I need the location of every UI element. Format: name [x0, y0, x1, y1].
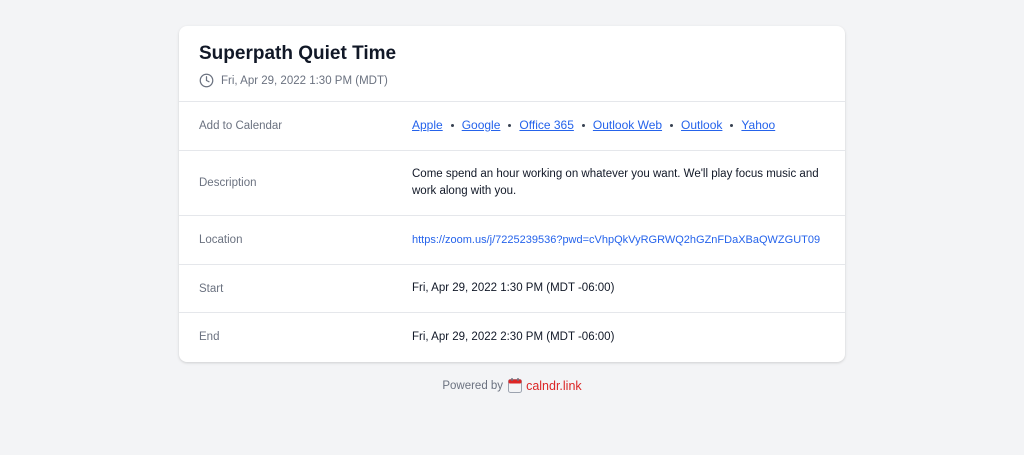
- separator-dot: [508, 124, 512, 128]
- calendar-link-outlook-web[interactable]: Outlook Web: [593, 118, 662, 132]
- calendar-link-yahoo[interactable]: Yahoo: [741, 118, 775, 132]
- end-value: Fri, Apr 29, 2022 2:30 PM (MDT -06:00): [412, 330, 615, 343]
- end-label: End: [199, 331, 220, 343]
- event-card: Superpath Quiet Time Fri, Apr 29, 2022 1…: [179, 26, 845, 362]
- location-link[interactable]: https://zoom.us/j/7225239536?pwd=cVhpQkV…: [412, 234, 820, 246]
- calendar-link-office365[interactable]: Office 365: [519, 118, 573, 132]
- event-header: Superpath Quiet Time Fri, Apr 29, 2022 1…: [179, 26, 845, 102]
- event-datetime-text: Fri, Apr 29, 2022 1:30 PM (MDT): [221, 74, 388, 87]
- calendar-link-outlook[interactable]: Outlook: [681, 118, 722, 132]
- calendar-link-apple[interactable]: Apple: [412, 118, 443, 132]
- start-value: Fri, Apr 29, 2022 1:30 PM (MDT -06:00): [412, 282, 615, 294]
- description-row: Description Come spend an hour working o…: [179, 151, 845, 216]
- calendar-links: Apple Google Office 365 Outlook Web Outlook Y…: [412, 117, 825, 135]
- calendar-link-google[interactable]: Google: [462, 118, 501, 132]
- separator-dot: [450, 124, 454, 128]
- location-row: Location https://zoom.us/j/7225239536?pw…: [179, 216, 845, 265]
- brand-link[interactable]: calndr.link: [526, 379, 582, 393]
- start-label: Start: [199, 282, 224, 295]
- description-label: Description: [199, 177, 257, 189]
- add-to-calendar-row: Add to Calendar Apple Google Office 365 Out…: [179, 102, 845, 151]
- separator-dot: [670, 124, 674, 128]
- event-datetime: Fri, Apr 29, 2022 1:30 PM (MDT): [199, 73, 825, 88]
- footer: Powered by calndr.link: [0, 378, 1024, 393]
- clock-icon: [199, 73, 214, 88]
- calendar-icon: [508, 378, 523, 393]
- event-title: Superpath Quiet Time: [199, 43, 397, 64]
- start-row: Start Fri, Apr 29, 2022 1:30 PM (MDT -06…: [179, 265, 845, 313]
- separator-dot: [730, 124, 734, 128]
- description-value: Come spend an hour working on whatever y…: [412, 168, 819, 197]
- end-row: End Fri, Apr 29, 2022 2:30 PM (MDT -06:0…: [179, 313, 845, 361]
- powered-by-text: Powered by: [442, 379, 504, 392]
- separator-dot: [581, 124, 585, 128]
- location-label: Location: [199, 234, 243, 246]
- add-to-calendar-label: Add to Calendar: [199, 120, 283, 132]
